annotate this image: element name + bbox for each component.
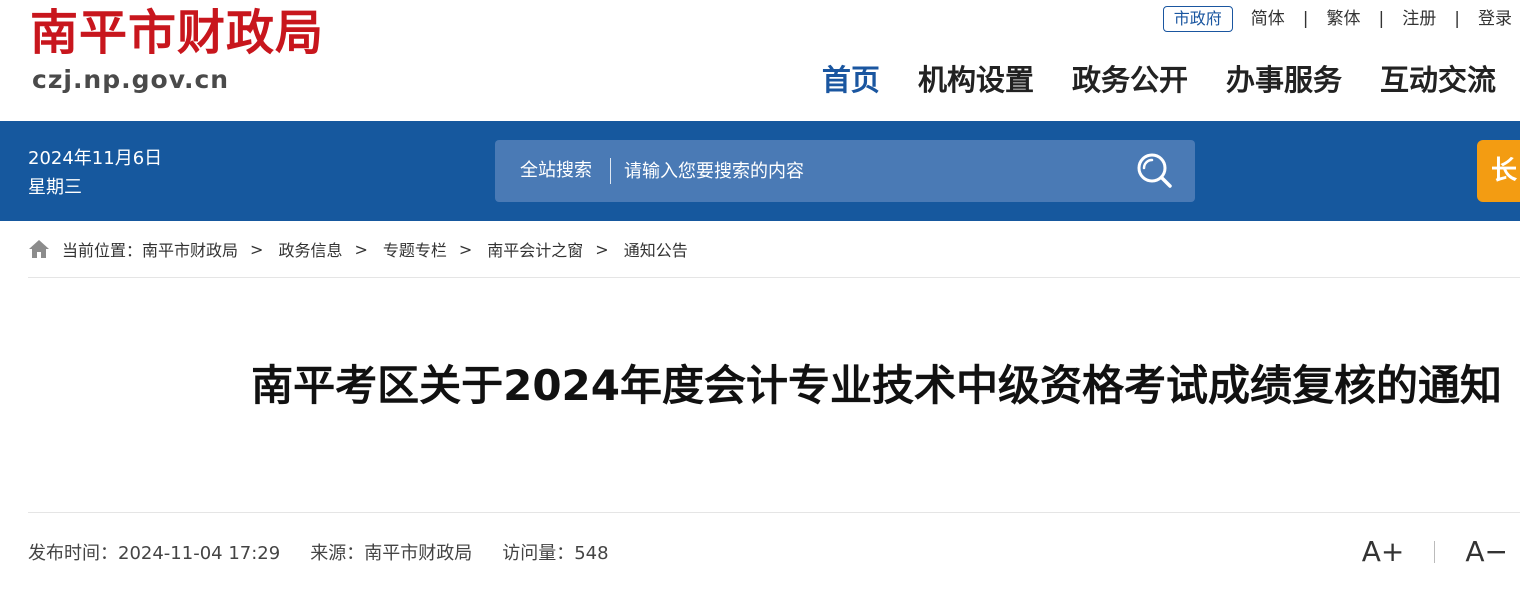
views-value: 548 — [574, 542, 609, 564]
logo-domain: czj.np.gov.cn — [32, 65, 230, 94]
breadcrumb-item-special-column[interactable]: 专题专栏 — [383, 237, 447, 261]
article-title: 南平考区关于2024年度会计专业技术中级资格考试成绩复核的通知 — [251, 361, 1502, 410]
logo-title: 南平市财政局 — [30, 5, 325, 61]
nav-item-home[interactable]: 首页 — [822, 60, 880, 100]
top-link-separator: | — [1378, 9, 1385, 29]
main-nav: 首页 机构设置 政务公开 办事服务 互动交流 — [784, 60, 1496, 100]
breadcrumb-prefix: 当前位置： — [62, 241, 143, 260]
site-search: 全站搜索 — [495, 140, 1195, 202]
font-increase-button[interactable]: A+ — [1350, 532, 1417, 572]
breadcrumb-separator: > — [458, 239, 473, 259]
nav-item-interaction[interactable]: 互动交流 — [1380, 60, 1496, 100]
traditional-chinese-link[interactable]: 繁体 — [1323, 7, 1365, 31]
login-link[interactable]: 登录 — [1474, 7, 1516, 31]
side-feature-tab[interactable]: 长 — [1477, 140, 1520, 202]
publish-label: 发布时间： — [28, 542, 118, 564]
top-link-separator: | — [1454, 9, 1460, 29]
info-bar: 2024年11月6日 星期三 全站搜索 长 — [0, 121, 1520, 221]
date-display: 2024年11月6日 星期三 — [28, 144, 162, 202]
top-links: 市政府 简体 | 繁体 | 注册 | 登录 — [1162, 6, 1516, 32]
breadcrumb-separator: > — [354, 239, 368, 259]
breadcrumb-item-government-info[interactable]: 政务信息 — [278, 237, 342, 261]
view-count: 访问量：548 — [502, 539, 608, 565]
article-meta: 发布时间：2024-11-04 17:29 来源：南平市财政局 访问量：548 … — [28, 512, 1520, 590]
site-logo[interactable]: 南平市财政局 czj.np.gov.cn — [30, 4, 350, 104]
source-value: 南平市财政局 — [364, 542, 473, 564]
register-link[interactable]: 注册 — [1398, 7, 1440, 31]
current-weekday: 星期三 — [28, 177, 82, 198]
breadcrumb-item-bureau[interactable]: 南平市财政局 — [142, 237, 238, 261]
home-icon — [28, 238, 50, 260]
font-decrease-button[interactable]: A− — [1453, 532, 1520, 572]
search-button[interactable] — [1115, 140, 1195, 202]
top-link-separator: | — [1302, 9, 1309, 29]
breadcrumb-item-notices[interactable]: 通知公告 — [624, 237, 688, 261]
breadcrumb-separator: > — [250, 239, 264, 259]
search-input[interactable] — [611, 151, 1115, 191]
current-date: 2024年11月6日 — [28, 148, 163, 169]
nav-item-government-affairs[interactable]: 政务公开 — [1072, 60, 1188, 100]
search-label: 全站搜索 — [520, 160, 592, 181]
font-size-controls: A+ A− — [1350, 513, 1520, 591]
simplified-chinese-link[interactable]: 简体 — [1247, 7, 1289, 31]
nav-item-organization[interactable]: 机构设置 — [918, 60, 1034, 100]
breadcrumb-item-accounting-window[interactable]: 南平会计之窗 — [487, 237, 583, 261]
views-label: 访问量： — [502, 542, 575, 564]
font-control-divider — [1434, 541, 1436, 563]
publish-value: 2024-11-04 17:29 — [118, 542, 281, 564]
city-gov-link[interactable]: 市政府 — [1162, 6, 1233, 32]
search-icon — [1137, 153, 1172, 188]
nav-item-services[interactable]: 办事服务 — [1226, 60, 1342, 100]
breadcrumb-separator: > — [595, 239, 609, 259]
publish-time: 发布时间：2024-11-04 17:29 — [28, 539, 280, 565]
breadcrumb: 当前位置： 南平市财政局 > 政务信息 > 专题专栏 > 南平会计之窗 > 通知… — [28, 221, 1520, 278]
article-source: 来源：南平市财政局 — [310, 539, 472, 565]
site-header: 南平市财政局 czj.np.gov.cn 市政府 简体 | 繁体 | 注册 | … — [0, 0, 1520, 121]
source-label: 来源： — [310, 542, 365, 564]
